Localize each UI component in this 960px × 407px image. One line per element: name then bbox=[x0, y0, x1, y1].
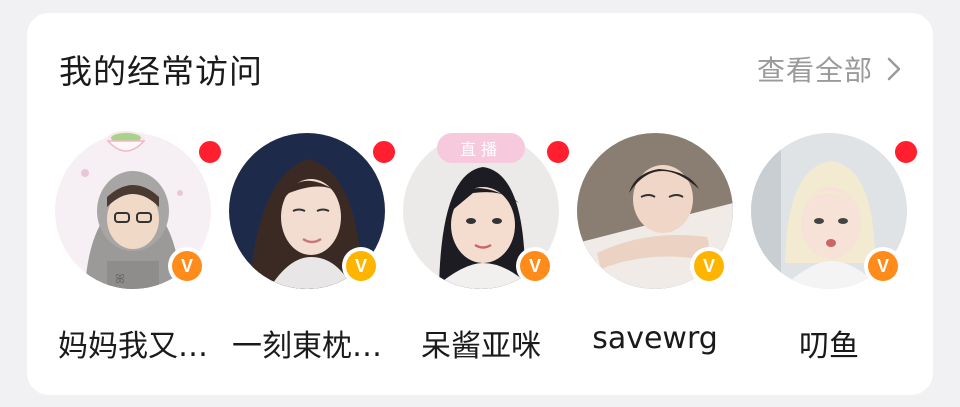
avatar-container: 直播 V bbox=[403, 133, 571, 289]
frequent-user-item[interactable]: V savewrg bbox=[565, 133, 745, 373]
frequent-visits-card: 我的经常访问 查看全部 ꕤ V 妈妈我又… V 一刻東枕… 直播 V 呆酱亚咪 … bbox=[27, 13, 933, 395]
username-label: 一刻東枕… bbox=[232, 329, 382, 364]
verified-badge-icon: V bbox=[690, 247, 728, 285]
noodle-bowl-sticker-icon bbox=[106, 131, 146, 152]
svg-text:ꕤ: ꕤ bbox=[115, 272, 125, 286]
live-streaming-tag: 直播 bbox=[437, 133, 525, 163]
verified-badge-icon: V bbox=[864, 247, 902, 285]
frequent-user-item[interactable]: 直播 V 呆酱亚咪 bbox=[391, 133, 571, 373]
chevron-right-icon bbox=[887, 57, 901, 81]
view-all-link[interactable]: 查看全部 bbox=[757, 49, 901, 89]
avatar-container: V bbox=[229, 133, 397, 289]
verified-badge-icon: V bbox=[516, 247, 554, 285]
verified-badge-icon: V bbox=[168, 247, 206, 285]
frequent-user-item[interactable]: V 叨鱼 bbox=[739, 133, 919, 373]
avatar-container: V bbox=[577, 133, 733, 289]
verified-badge-icon: V bbox=[342, 247, 380, 285]
username-label: savewrg bbox=[592, 321, 718, 356]
avatar-container: V bbox=[751, 133, 919, 289]
username-label: 呆酱亚咪 bbox=[421, 329, 541, 364]
section-title: 我的经常访问 bbox=[59, 52, 263, 91]
frequent-user-item[interactable]: ꕤ V 妈妈我又… bbox=[43, 131, 223, 373]
frequent-user-item[interactable]: V 一刻東枕… bbox=[217, 133, 397, 373]
username-label: 妈妈我又… bbox=[58, 329, 208, 364]
username-label: 叨鱼 bbox=[799, 329, 859, 364]
live-indicator-dot bbox=[893, 139, 919, 165]
avatar-container: ꕤ V bbox=[55, 131, 223, 289]
view-all-label: 查看全部 bbox=[756, 54, 873, 87]
